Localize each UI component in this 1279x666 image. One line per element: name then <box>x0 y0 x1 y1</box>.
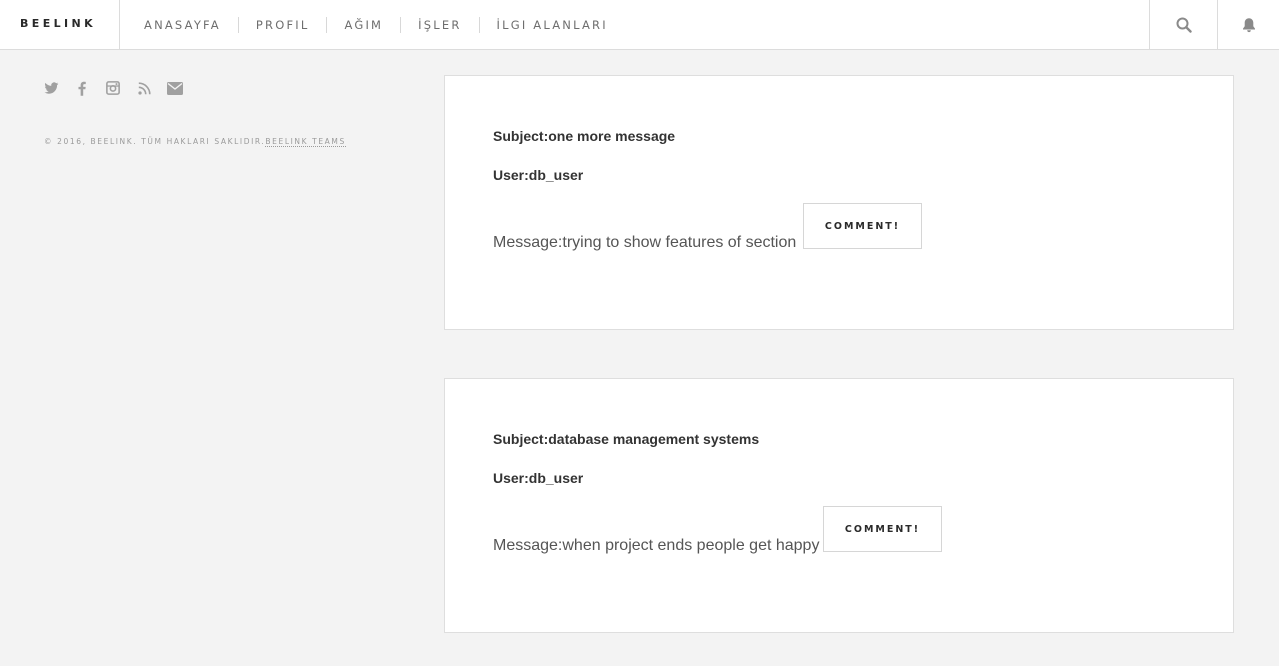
facebook-link[interactable] <box>74 80 90 96</box>
message-user: User:db_user <box>493 470 584 486</box>
search-button[interactable] <box>1149 0 1217 49</box>
top-navbar: BEELINK ANASAYFA PROFIL AĞIM İŞLER İLGI … <box>0 0 1279 50</box>
message-body: Message:trying to show features of secti… <box>493 234 797 251</box>
instagram-icon <box>106 81 120 95</box>
social-links <box>43 80 198 96</box>
teams-link[interactable]: BEELINK TEAMS <box>265 137 346 147</box>
copyright-text: © 2016, BEELINK. TÜM HAKLARI SAKLIDIR. <box>44 137 266 146</box>
brand-logo[interactable]: BEELINK <box>0 0 120 49</box>
rss-link[interactable] <box>136 80 152 96</box>
comment-button[interactable]: COMMENT! <box>823 506 942 552</box>
main-nav: ANASAYFA PROFIL AĞIM İŞLER İLGI ALANLARI <box>120 0 625 49</box>
rss-icon <box>137 81 151 95</box>
message-subject: Subject:database management systems <box>493 431 760 447</box>
twitter-icon <box>44 81 58 94</box>
nav-item-isler[interactable]: İŞLER <box>400 16 478 33</box>
message-subject: Subject:one more message <box>493 128 676 144</box>
email-link[interactable] <box>167 80 183 96</box>
nav-item-anasayfa[interactable]: ANASAYFA <box>126 17 238 33</box>
comment-button[interactable]: COMMENT! <box>803 203 922 249</box>
instagram-link[interactable] <box>105 80 121 96</box>
nav-item-profil[interactable]: PROFIL <box>237 16 327 33</box>
twitter-link[interactable] <box>43 80 59 96</box>
notifications-button[interactable] <box>1217 0 1279 49</box>
search-icon <box>1176 17 1192 33</box>
message-user: User:db_user <box>493 167 584 183</box>
nav-item-ilgi-alanlari[interactable]: İLGI ALANLARI <box>478 16 625 33</box>
envelope-icon <box>167 81 183 95</box>
facebook-icon <box>78 81 86 96</box>
bell-icon <box>1242 17 1255 32</box>
copyright-notice: © 2016, BEELINK. TÜM HAKLARI SAKLIDIR.BE… <box>44 137 346 147</box>
message-card: Subject:one more message User:db_user Me… <box>444 75 1234 330</box>
message-body: Message:when project ends people get hap… <box>493 537 820 554</box>
nav-item-agim[interactable]: AĞIM <box>326 16 400 33</box>
message-card: Subject:database management systems User… <box>444 378 1234 633</box>
